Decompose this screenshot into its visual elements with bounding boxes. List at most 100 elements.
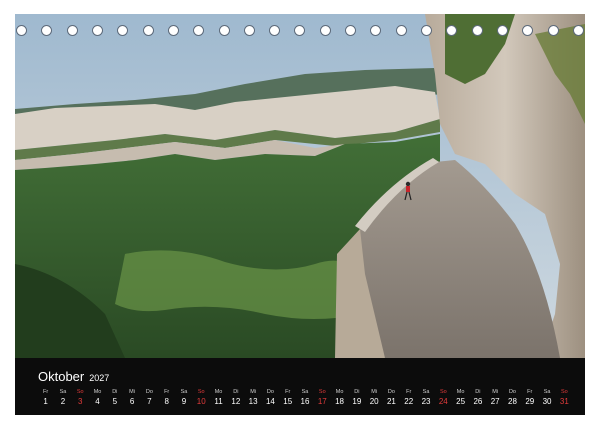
day-number: 19 [352,397,362,406]
weekday-label: Do [387,389,395,395]
day-cell: Do 28 [504,388,521,408]
day-number: 2 [60,397,66,406]
day-cell: Di 26 [469,388,486,408]
month-year: 2027 [89,373,110,383]
day-number: 4 [95,397,100,406]
day-strip: Fr 1 Sa 2 So 3 Mo 4 Di 5 Mi 6 Do 7 Fr 8 Sa 9 So 10 Mo 11 Di 12 M… [37,388,573,408]
day-cell: So 31 [556,388,573,408]
day-cell: Fr 8 [158,388,175,408]
weekday-label: Mi [371,389,378,395]
day-cell: Mi 27 [487,388,504,408]
spiral-ring-icon [117,25,129,36]
day-number: 17 [317,397,327,406]
day-cell: Sa 16 [296,388,313,408]
day-cell: Sa 30 [538,388,555,408]
day-cell: Sa 2 [54,388,71,408]
day-cell: Di 12 [227,388,244,408]
weekday-label: Di [475,389,481,395]
weekday-label: Mo [214,389,223,395]
day-cell: Do 14 [262,388,279,408]
day-number: 16 [300,397,310,406]
day-number: 22 [404,397,414,406]
day-cell: Fr 22 [400,388,417,408]
weekday-label: Mi [129,389,135,395]
day-cell: Mo 11 [210,388,227,408]
landscape-photo [15,14,585,358]
weekday-label: Fr [164,389,170,395]
day-number: 20 [369,397,379,406]
day-number: 30 [542,397,552,406]
day-cell: So 10 [193,388,210,408]
spiral-ring-icon [91,25,103,36]
day-number: 28 [508,397,517,406]
day-number: 18 [335,397,345,406]
day-number: 14 [265,397,275,406]
weekday-label: Di [233,389,239,395]
day-cell: Do 7 [141,388,158,408]
day-cell: Do 21 [383,388,400,408]
weekday-label: Sa [301,389,309,395]
weekday-label: So [560,389,568,395]
day-number: 24 [438,397,448,406]
weekday-label: So [197,389,205,395]
day-cell: Mi 13 [244,388,261,408]
day-cell: Sa 23 [417,388,434,408]
day-cell: Sa 9 [175,388,192,408]
day-cell: Fr 29 [521,388,538,408]
weekday-label: Sa [543,389,551,395]
day-number: 25 [456,397,466,406]
day-number: 1 [43,397,48,406]
day-number: 21 [386,397,396,406]
weekday-label: So [439,389,447,395]
spiral-ring-icon [446,25,458,36]
day-number: 3 [77,397,83,406]
spiral-ring-icon [243,25,255,36]
day-cell: Di 5 [106,388,123,408]
day-number: 15 [283,397,293,406]
day-cell: Mo 18 [331,388,348,408]
day-cell: Mo 4 [89,388,106,408]
weekday-label: Sa [422,389,430,395]
day-cell: Fr 15 [279,388,296,408]
day-number: 29 [525,397,535,406]
day-number: 9 [181,397,187,406]
day-number: 13 [248,397,258,406]
spiral-ring-icon [522,25,534,36]
weekday-label: So [76,389,84,395]
calendar-page: Oktober 2027 Fr 1 Sa 2 So 3 Mo 4 Di 5 Mi 6 Do 7 Fr 8 Sa 9… [0,0,600,431]
day-number: 5 [112,397,118,406]
spiral-ring-icon [345,25,357,36]
day-cell: Fr 1 [37,388,54,408]
day-number: 8 [164,397,169,406]
weekday-label: Do [508,389,516,395]
weekday-label: Di [354,389,360,395]
spiral-ring-icon [294,25,306,36]
spiral-ring-icon [142,25,154,36]
day-cell: So 24 [435,388,452,408]
day-cell: Di 19 [348,388,365,408]
weekday-label: Do [266,389,274,395]
calendar-photo [15,14,585,358]
spiral-ring-icon [395,25,407,36]
weekday-label: Sa [180,389,188,395]
spiral-ring-icon [496,25,508,36]
day-number: 26 [473,397,483,406]
weekday-label: Fr [285,389,291,395]
weekday-label: Di [112,389,118,395]
day-cell: Mo 25 [452,388,469,408]
day-cell: Mi 6 [123,388,140,408]
weekday-label: Mi [492,389,499,395]
day-number: 7 [147,397,152,406]
day-number: 12 [231,397,241,406]
weekday-label: Mo [456,389,465,395]
day-number: 11 [214,397,223,406]
day-number: 23 [421,397,431,406]
day-cell: Mi 20 [366,388,383,408]
spiral-ring-icon [572,25,584,36]
spiral-ring-icon [218,25,230,36]
month-header: Oktober 2027 [38,369,109,384]
spiral-ring-icon [66,25,78,36]
weekday-label: So [318,389,326,395]
day-cell: So 3 [72,388,89,408]
spiral-ring-icon [269,25,281,36]
